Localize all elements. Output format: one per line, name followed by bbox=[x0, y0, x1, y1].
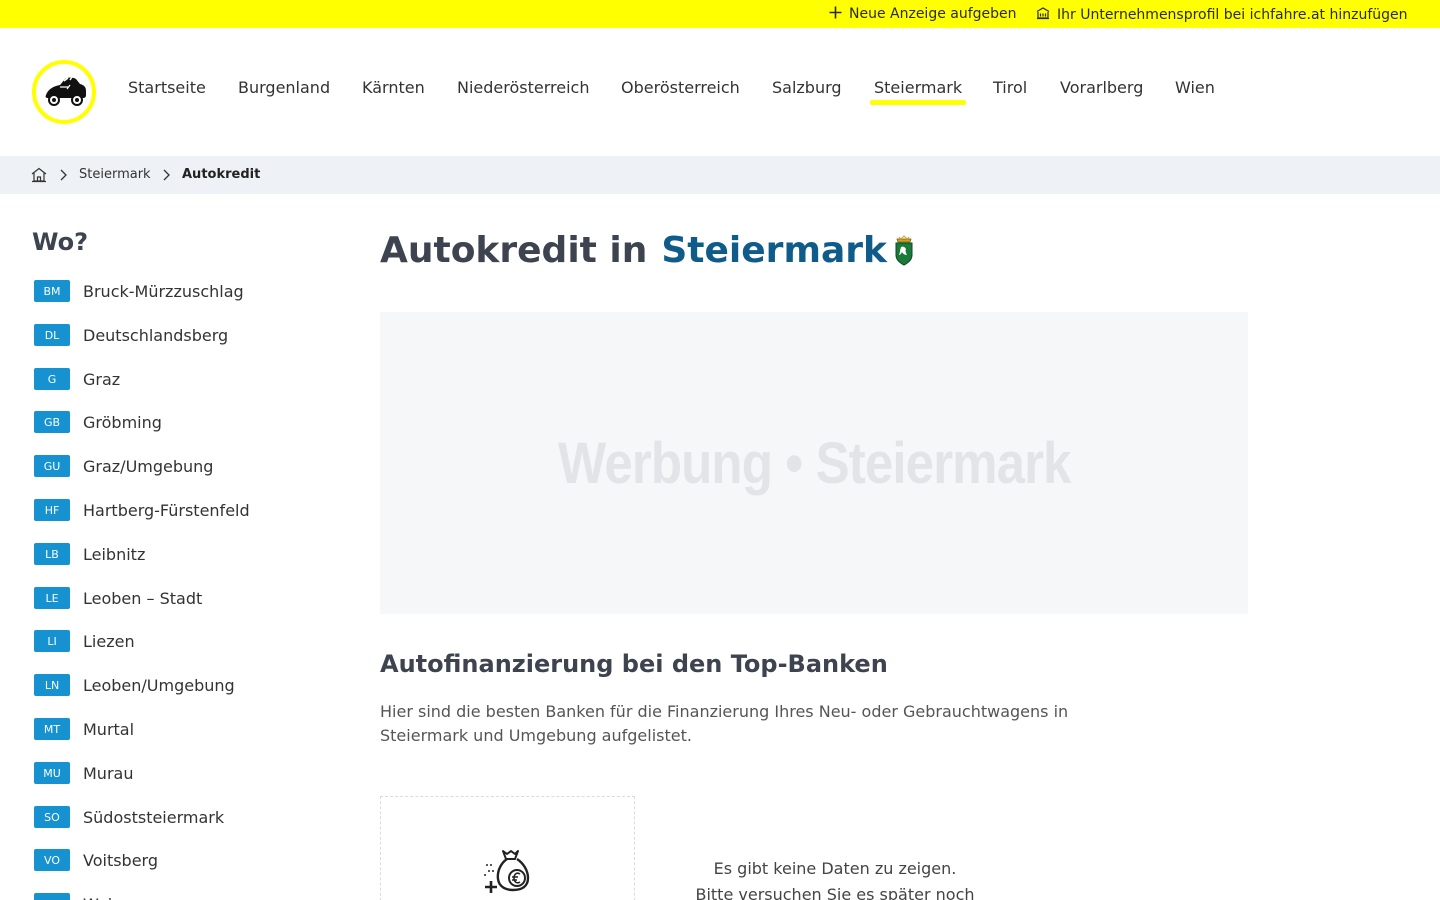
site-header: Startseite Burgenland Kärnten Niederöste… bbox=[0, 28, 1440, 156]
district-item[interactable]: BM Bruck-Mürzzuschlag bbox=[34, 279, 244, 303]
district-name: Liezen bbox=[83, 631, 135, 651]
breadcrumb-steiermark[interactable]: Steiermark bbox=[79, 167, 151, 182]
home-icon bbox=[31, 167, 47, 183]
district-code-badge: MT bbox=[34, 718, 70, 740]
no-data-line-1: Es gibt keine Daten zu zeigen. bbox=[713, 859, 957, 878]
plus-icon bbox=[829, 6, 842, 22]
nav-item-steiermark[interactable]: Steiermark bbox=[869, 78, 967, 106]
section-title: Autofinanzierung bei den Top-Banken bbox=[380, 650, 888, 678]
district-item[interactable]: GB Gröbming bbox=[34, 410, 162, 434]
nav-item-oberoesterreich[interactable]: Oberösterreich bbox=[621, 78, 740, 106]
nav-item-niederoesterreich[interactable]: Niederösterreich bbox=[457, 78, 589, 106]
district-name: Voitsberg bbox=[83, 850, 158, 870]
district-item[interactable]: MU Murau bbox=[34, 761, 133, 785]
district-code-badge: LB bbox=[34, 543, 70, 565]
district-name: Murau bbox=[83, 763, 134, 783]
district-code-badge: VO bbox=[34, 849, 70, 871]
district-code-badge: LN bbox=[34, 674, 70, 696]
district-name: Gröbming bbox=[83, 412, 162, 432]
add-profile-label: Ihr Unternehmensprofil bei ichfahre.at h… bbox=[1057, 6, 1408, 23]
nav-item-salzburg[interactable]: Salzburg bbox=[772, 78, 842, 106]
district-name: Südoststeiermark bbox=[83, 807, 225, 827]
money-bag-euro-icon bbox=[483, 845, 535, 897]
nav-item-startseite[interactable]: Startseite bbox=[128, 78, 206, 106]
ad-placeholder-text: Werbung • Steiermark bbox=[557, 430, 1072, 496]
district-code-badge: MU bbox=[34, 762, 70, 784]
district-item[interactable]: SO Südoststeiermark bbox=[34, 805, 224, 829]
district-name: Leibnitz bbox=[83, 544, 146, 564]
district-name: Weiz bbox=[83, 895, 121, 900]
site-logo[interactable] bbox=[32, 60, 96, 124]
advertisement-placeholder: Werbung • Steiermark bbox=[380, 312, 1248, 614]
district-code-badge: BM bbox=[34, 280, 70, 302]
breadcrumb-current: Autokredit bbox=[182, 167, 261, 182]
district-code-badge: DL bbox=[34, 324, 70, 346]
district-item[interactable]: DL Deutschlandsberg bbox=[34, 323, 228, 347]
district-item[interactable]: HF Hartberg-Fürstenfeld bbox=[34, 498, 250, 522]
styria-coat-of-arms-icon bbox=[893, 234, 915, 267]
district-item[interactable]: LB Leibnitz bbox=[34, 542, 145, 566]
nav-item-tirol[interactable]: Tirol bbox=[993, 78, 1027, 106]
no-data-line-2: Bitte versuchen Sie es später noch bbox=[695, 885, 975, 900]
building-icon bbox=[1036, 6, 1050, 23]
district-item[interactable]: LE Leoben – Stadt bbox=[34, 586, 202, 610]
district-name: Leoben – Stadt bbox=[83, 588, 203, 608]
chevron-right-icon bbox=[161, 167, 171, 183]
bank-card-placeholder bbox=[380, 796, 635, 900]
district-item[interactable]: GU Graz/Umgebung bbox=[34, 454, 213, 478]
page-title-prefix: Autokredit in bbox=[380, 230, 648, 271]
page-title-region: Steiermark bbox=[661, 230, 887, 271]
section-description: Hier sind die besten Banken für die Fina… bbox=[380, 702, 1069, 745]
district-code-badge: GU bbox=[34, 455, 70, 477]
nav-item-vorarlberg[interactable]: Vorarlberg bbox=[1060, 78, 1143, 106]
district-item[interactable]: G Graz bbox=[34, 367, 120, 391]
nav-item-burgenland[interactable]: Burgenland bbox=[238, 78, 330, 106]
page-title: Autokredit in Steiermark bbox=[380, 230, 915, 271]
district-item[interactable]: VO Voitsberg bbox=[34, 848, 158, 872]
district-item[interactable]: LN Leoben/Umgebung bbox=[34, 673, 235, 697]
breadcrumb: Steiermark Autokredit bbox=[0, 156, 1440, 194]
district-item[interactable]: WZ Weiz bbox=[34, 892, 121, 900]
district-code-badge: LE bbox=[34, 587, 70, 609]
chevron-right-icon bbox=[58, 167, 68, 183]
district-name: Deutschlandsberg bbox=[83, 325, 229, 345]
breadcrumb-home[interactable] bbox=[31, 167, 47, 183]
district-name: Leoben/Umgebung bbox=[83, 675, 235, 695]
district-item[interactable]: LI Liezen bbox=[34, 629, 135, 653]
district-code-badge: G bbox=[34, 368, 70, 390]
district-code-badge: LI bbox=[34, 630, 70, 652]
district-item[interactable]: MT Murtal bbox=[34, 717, 134, 741]
new-ad-link[interactable]: Neue Anzeige aufgeben bbox=[829, 6, 1017, 22]
add-company-profile-link[interactable]: Ihr Unternehmensprofil bei ichfahre.at h… bbox=[1036, 6, 1408, 23]
top-utility-bar: Neue Anzeige aufgeben Ihr Unternehmenspr… bbox=[0, 0, 1440, 28]
district-name: Bruck-Mürzzuschlag bbox=[83, 281, 244, 301]
no-data-message: Es gibt keine Daten zu zeigen. Bitte ver… bbox=[660, 856, 1010, 900]
new-ad-label: Neue Anzeige aufgeben bbox=[849, 6, 1017, 22]
district-code-badge: HF bbox=[34, 499, 70, 521]
sidebar-title: Wo? bbox=[32, 228, 89, 256]
district-code-badge: SO bbox=[34, 806, 70, 828]
district-code-badge: GB bbox=[34, 411, 70, 433]
district-name: Murtal bbox=[83, 719, 135, 739]
nav-item-wien[interactable]: Wien bbox=[1175, 78, 1215, 106]
car-logo-icon bbox=[45, 76, 86, 106]
district-name: Graz/Umgebung bbox=[83, 456, 214, 476]
nav-item-kaernten[interactable]: Kärnten bbox=[362, 78, 425, 106]
district-name: Hartberg-Fürstenfeld bbox=[83, 500, 250, 520]
district-name: Graz bbox=[83, 369, 121, 389]
district-code-badge: WZ bbox=[34, 893, 70, 900]
